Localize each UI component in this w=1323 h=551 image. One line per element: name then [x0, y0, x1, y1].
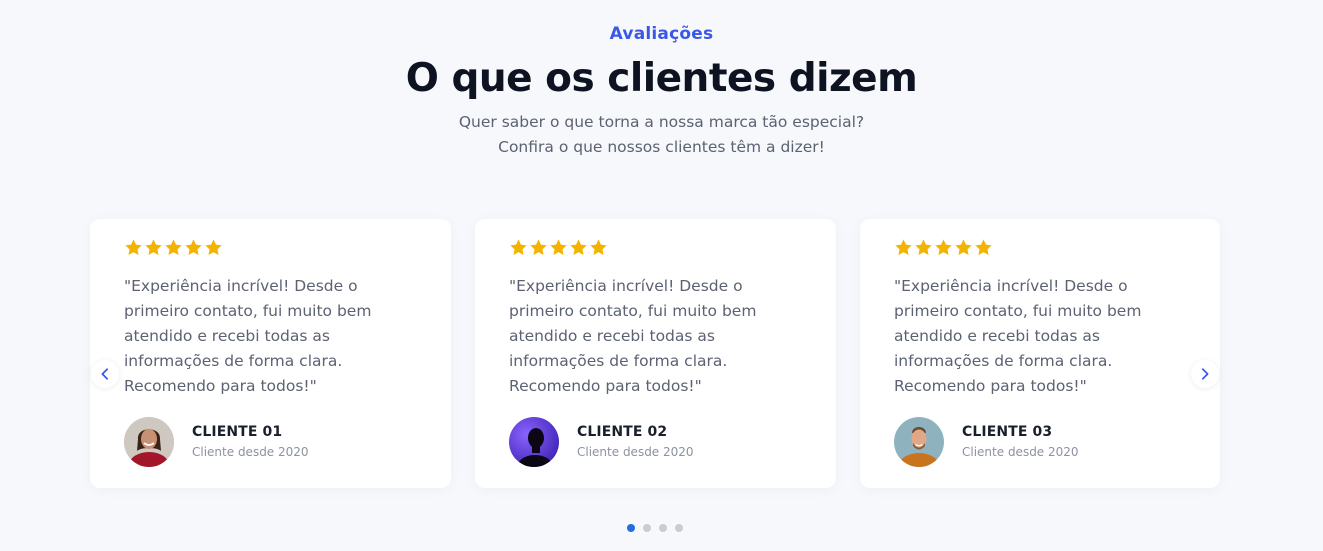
author-name: CLIENTE 01: [192, 424, 283, 440]
star-rating: [124, 238, 223, 257]
star-icon: [164, 238, 183, 257]
pagination-dot-4[interactable]: [675, 524, 683, 532]
section-subtitle: Quer saber o que torna a nossa marca tão…: [0, 110, 1323, 160]
section-eyebrow: Avaliações: [609, 24, 714, 44]
testimonial-quote: "Experiência incrível! Desde o primeiro …: [894, 277, 1142, 395]
star-icon: [529, 238, 548, 257]
chevron-left-icon: [101, 368, 109, 380]
testimonial-author: CLIENTE 01 Cliente desde 2020: [124, 417, 424, 467]
testimonial-quote: "Experiência incrível! Desde o primeiro …: [124, 277, 372, 395]
author-since: Cliente desde 2020: [192, 445, 309, 459]
avatar: [894, 417, 944, 467]
carousel-next-button[interactable]: [1191, 360, 1219, 388]
testimonial-card: "Experiência incrível! Desde o primeiro …: [860, 219, 1220, 488]
star-rating: [894, 238, 993, 257]
star-icon: [974, 238, 993, 257]
star-icon: [549, 238, 568, 257]
star-icon: [184, 238, 203, 257]
star-icon: [204, 238, 223, 257]
subtitle-line-1: Quer saber o que torna a nossa marca tão…: [458, 113, 865, 131]
author-since: Cliente desde 2020: [962, 445, 1079, 459]
star-icon: [954, 238, 973, 257]
pagination-dot-2[interactable]: [643, 524, 651, 532]
star-icon: [124, 238, 143, 257]
author-name: CLIENTE 03: [962, 424, 1053, 440]
author-since: Cliente desde 2020: [577, 445, 694, 459]
testimonial-author: CLIENTE 03 Cliente desde 2020: [894, 417, 1194, 467]
star-icon: [144, 238, 163, 257]
star-icon: [934, 238, 953, 257]
avatar: [509, 417, 559, 467]
pagination-dot-1[interactable]: [627, 524, 635, 532]
star-icon: [894, 238, 913, 257]
testimonial-card: "Experiência incrível! Desde o primeiro …: [475, 219, 836, 488]
star-icon: [589, 238, 608, 257]
section-title: O que os clientes dizem: [405, 56, 918, 101]
testimonials-section: Avaliações O que os clientes dizem Quer …: [0, 0, 1323, 551]
author-name: CLIENTE 02: [577, 424, 668, 440]
avatar: [124, 417, 174, 467]
carousel-prev-button[interactable]: [91, 360, 119, 388]
star-icon: [509, 238, 528, 257]
star-icon: [569, 238, 588, 257]
carousel-pagination: [627, 524, 683, 532]
testimonial-author: CLIENTE 02 Cliente desde 2020: [509, 417, 809, 467]
star-icon: [914, 238, 933, 257]
subtitle-line-2: Confira o que nossos clientes têm a dize…: [498, 138, 825, 156]
pagination-dot-3[interactable]: [659, 524, 667, 532]
testimonial-quote: "Experiência incrível! Desde o primeiro …: [509, 277, 757, 395]
testimonial-card: "Experiência incrível! Desde o primeiro …: [90, 219, 451, 488]
chevron-right-icon: [1201, 368, 1209, 380]
star-rating: [509, 238, 608, 257]
